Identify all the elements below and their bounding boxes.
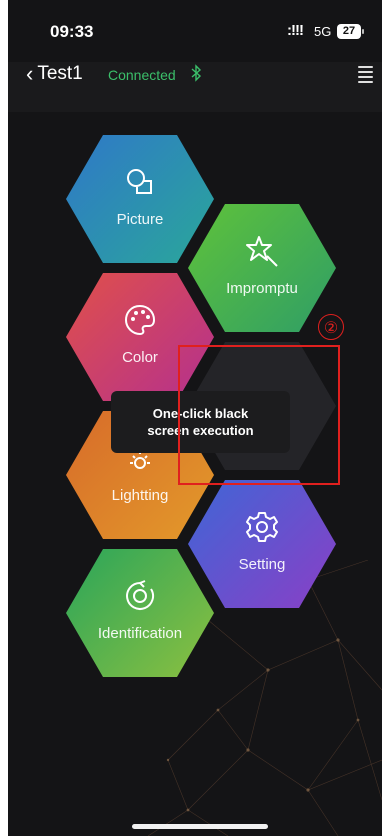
- back-button[interactable]: ‹ Test1: [26, 62, 83, 86]
- network-type: 5G: [314, 24, 332, 39]
- status-bar: 09:33 :!!! 5G 27: [8, 0, 382, 62]
- tile-label: Lightting: [111, 487, 169, 504]
- gear-icon: [188, 510, 336, 544]
- chevron-left-icon: ‹: [26, 61, 34, 86]
- tile-label: Setting: [238, 556, 286, 573]
- annotation-step-marker: ②: [318, 314, 344, 340]
- tile-impromptu[interactable]: Impromptu: [188, 204, 336, 332]
- magic-star-icon: [188, 234, 336, 268]
- nav-bar: ‹ Test1 Connected: [8, 62, 382, 112]
- battery-tip: [362, 29, 364, 34]
- connection-status: Connected: [108, 67, 176, 83]
- tile-label: Picture: [116, 211, 164, 228]
- cellular-signal-icon: :!!!: [287, 22, 304, 39]
- palette-icon: [66, 303, 214, 337]
- annotation-highlight-box: [178, 345, 340, 485]
- picture-icon: [66, 165, 214, 199]
- list-menu-icon[interactable]: [358, 66, 373, 86]
- app-screen: 09:33 :!!! 5G 27 ‹ Test1 Connected Pictu…: [8, 0, 382, 836]
- tile-label: Identification: [97, 625, 183, 642]
- back-label: Test1: [37, 63, 83, 84]
- battery-icon: 27: [337, 24, 361, 39]
- tile-picture[interactable]: Picture: [66, 135, 214, 263]
- refresh-target-icon: [66, 579, 214, 613]
- status-time: 09:33: [50, 22, 94, 41]
- tile-label: Impromptu: [226, 280, 298, 297]
- bluetooth-icon: [190, 64, 202, 86]
- home-indicator[interactable]: [132, 824, 268, 829]
